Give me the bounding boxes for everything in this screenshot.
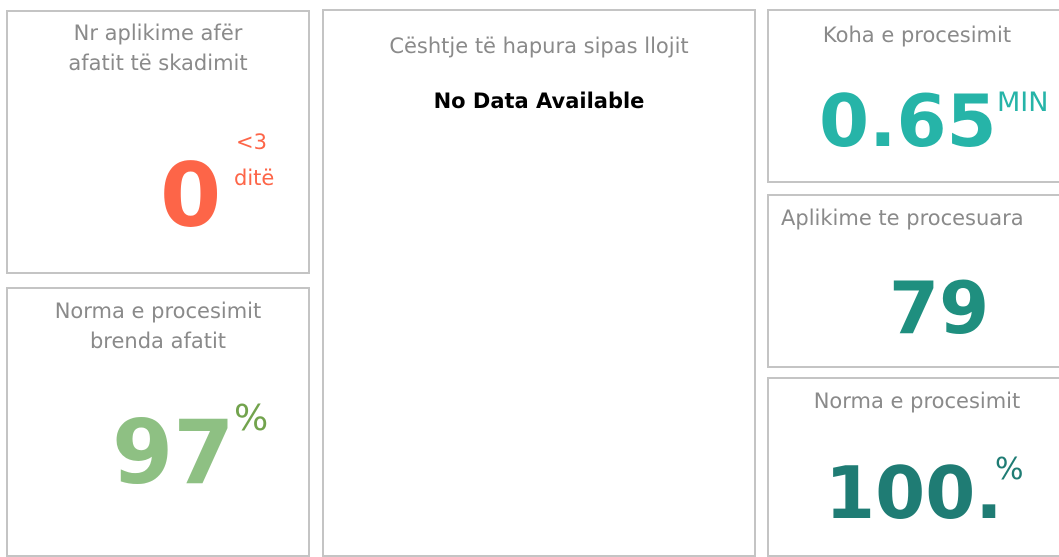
ontime-rate-card[interactable]: Norma e procesimit brenda afatit 97 % <box>6 287 310 557</box>
processing-time-card-title: Koha e procesimit <box>822 23 1012 47</box>
processing-rate-card-title: Norma e procesimit <box>813 389 1021 413</box>
deadline-unit-days: ditë <box>234 166 275 190</box>
processing-time-unit: MIN <box>997 87 1049 118</box>
deadline-count-value: 0 <box>160 144 222 247</box>
processing-rate-value: 100. <box>825 451 1003 535</box>
ontime-percent-unit: % <box>234 398 269 439</box>
deadline-applications-card[interactable]: Nr aplikime afër afatit të skadimit 0 <3… <box>6 10 310 274</box>
ontime-card-title: Norma e procesimit brenda afatit <box>8 296 308 356</box>
ontime-card-title-line2: brenda afatit <box>89 329 227 353</box>
processing-rate-percent-unit: % <box>995 452 1024 487</box>
open-cases-by-type-card[interactable]: Cështje të hapura sipas llojit No Data A… <box>322 9 756 557</box>
deadline-card-title: Nr aplikime afër afatit të skadimit <box>8 18 308 78</box>
ontime-rate-value: 97 <box>112 401 235 504</box>
deadline-unit-threshold: <3 <box>236 130 267 154</box>
open-cases-card-title: Cështje të hapura sipas llojit <box>389 34 689 58</box>
deadline-card-title-line2: afatit të skadimit <box>68 51 248 75</box>
processed-applications-card[interactable]: Aplikime te procesuara 79 <box>767 194 1059 368</box>
processing-time-value: 0.65 <box>819 79 997 163</box>
processed-count-value: 79 <box>889 266 990 350</box>
ontime-card-title-line1: Norma e procesimit <box>54 299 262 323</box>
processing-rate-card[interactable]: Norma e procesimit 100. % <box>767 377 1059 557</box>
no-data-message: No Data Available <box>433 89 645 113</box>
deadline-card-title-line1: Nr aplikime afër <box>73 21 243 45</box>
processed-card-title: Aplikime te procesuara <box>781 206 1024 230</box>
processing-time-card[interactable]: Koha e procesimit 0.65 MIN <box>767 9 1059 183</box>
